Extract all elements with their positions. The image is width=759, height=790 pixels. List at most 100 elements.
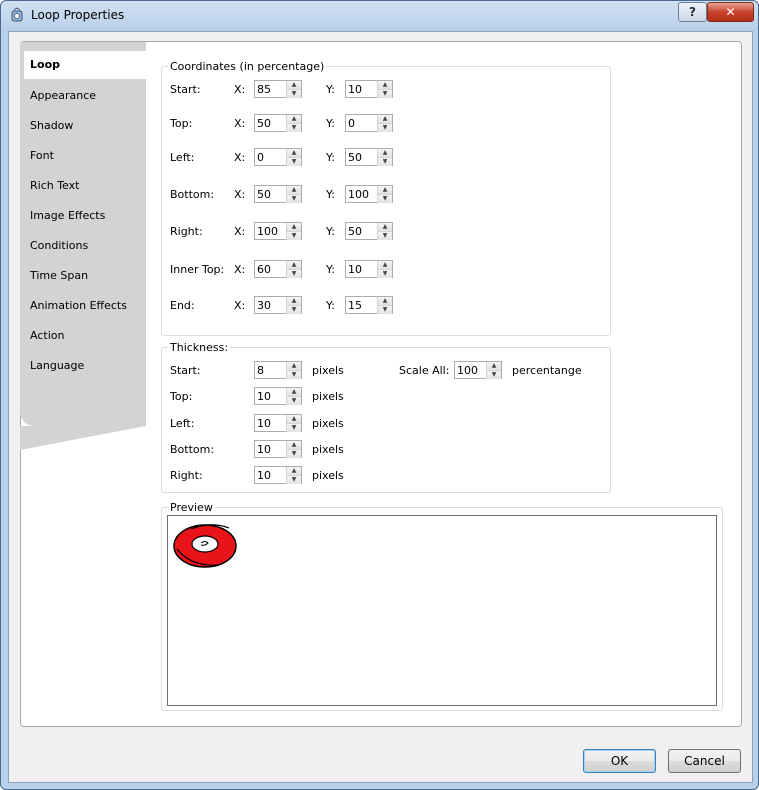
spin-up-icon[interactable]: ▲ xyxy=(286,186,301,194)
tab-conditions[interactable]: Conditions xyxy=(30,239,88,252)
thick-top-input[interactable] xyxy=(257,389,287,403)
spin-down-icon[interactable]: ▼ xyxy=(377,123,392,132)
tab-appearance[interactable]: Appearance xyxy=(30,89,96,102)
spin-up-icon[interactable]: ▲ xyxy=(486,362,501,370)
spin-up-icon[interactable]: ▲ xyxy=(286,81,301,89)
tab-rich-text[interactable]: Rich Text xyxy=(30,179,79,192)
spin-down-icon[interactable]: ▼ xyxy=(377,231,392,240)
spin-up-icon[interactable]: ▲ xyxy=(286,149,301,157)
spin-down-icon[interactable]: ▼ xyxy=(286,269,301,278)
spin-down-icon[interactable]: ▼ xyxy=(286,370,301,379)
spin-down-icon[interactable]: ▼ xyxy=(286,123,301,132)
cancel-button[interactable]: Cancel xyxy=(668,749,741,773)
coord-start-y-spinner[interactable]: ▲▼ xyxy=(345,80,393,98)
spin-down-icon[interactable]: ▼ xyxy=(286,231,301,240)
spin-up-icon[interactable]: ▲ xyxy=(286,297,301,305)
thick-right-input[interactable] xyxy=(257,468,287,482)
coord-end-y-spinner[interactable]: ▲▼ xyxy=(345,296,393,314)
spin-down-icon[interactable]: ▼ xyxy=(286,449,301,458)
spin-up-icon[interactable]: ▲ xyxy=(286,223,301,231)
spin-down-icon[interactable]: ▼ xyxy=(286,157,301,166)
close-button[interactable]: ✕ xyxy=(707,2,754,22)
spin-up-icon[interactable]: ▲ xyxy=(286,362,301,370)
thick-top-spinner[interactable]: ▲▼ xyxy=(254,387,302,405)
coord-bottom-x-spinner[interactable]: ▲▼ xyxy=(254,185,302,203)
scale-all-input[interactable] xyxy=(457,363,487,377)
thick-start-spinner[interactable]: ▲▼ xyxy=(254,361,302,379)
tab-strip: Loop Appearance Shadow Font Rich Text Im… xyxy=(20,42,152,450)
coord-bottom-y-spinner[interactable]: ▲▼ xyxy=(345,185,393,203)
tab-shadow[interactable]: Shadow xyxy=(30,119,73,132)
coord-start-x-input[interactable] xyxy=(257,82,287,96)
coord-start-x-spinner[interactable]: ▲▼ xyxy=(254,80,302,98)
spin-down-icon[interactable]: ▼ xyxy=(286,475,301,484)
coord-inner-top-y-spinner[interactable]: ▲▼ xyxy=(345,260,393,278)
spin-down-icon[interactable]: ▼ xyxy=(286,396,301,405)
thick-left-input[interactable] xyxy=(257,416,287,430)
spin-up-icon[interactable]: ▲ xyxy=(377,297,392,305)
tab-time-span[interactable]: Time Span xyxy=(30,269,88,282)
spin-up-icon[interactable]: ▲ xyxy=(286,415,301,423)
help-button[interactable]: ? xyxy=(678,2,707,22)
coord-inner-top-x-input[interactable] xyxy=(257,262,287,276)
coord-inner-top-y-input[interactable] xyxy=(348,262,378,276)
scale-all-spinner[interactable]: ▲▼ xyxy=(454,361,502,379)
coord-left-y-input[interactable] xyxy=(348,150,378,164)
tab-loop[interactable]: Loop xyxy=(24,51,152,79)
spin-down-icon[interactable]: ▼ xyxy=(486,370,501,379)
coord-end-y-input[interactable] xyxy=(348,298,378,312)
coord-top-x-spinner[interactable]: ▲▼ xyxy=(254,114,302,132)
thick-right-spinner[interactable]: ▲▼ xyxy=(254,466,302,484)
coord-end-x-input[interactable] xyxy=(257,298,287,312)
spin-down-icon[interactable]: ▼ xyxy=(377,89,392,98)
tab-action[interactable]: Action xyxy=(30,329,64,342)
coord-bottom-y-label: Y: xyxy=(326,188,335,201)
thick-bottom-spinner[interactable]: ▲▼ xyxy=(254,440,302,458)
tab-font[interactable]: Font xyxy=(30,149,54,162)
coord-right-y-spinner[interactable]: ▲▼ xyxy=(345,222,393,240)
ok-button[interactable]: OK xyxy=(583,749,656,773)
spin-up-icon[interactable]: ▲ xyxy=(377,81,392,89)
coord-right-y-input[interactable] xyxy=(348,224,378,238)
spin-down-icon[interactable]: ▼ xyxy=(286,194,301,203)
spin-up-icon[interactable]: ▲ xyxy=(286,115,301,123)
tab-animation-effects[interactable]: Animation Effects xyxy=(30,299,127,312)
thick-bottom-unit: pixels xyxy=(312,443,344,456)
spin-down-icon[interactable]: ▼ xyxy=(286,423,301,432)
spin-down-icon[interactable]: ▼ xyxy=(377,157,392,166)
spin-up-icon[interactable]: ▲ xyxy=(286,467,301,475)
coord-top-y-spinner[interactable]: ▲▼ xyxy=(345,114,393,132)
coord-right-x-input[interactable] xyxy=(257,224,287,238)
spin-down-icon[interactable]: ▼ xyxy=(377,194,392,203)
coord-start-y-input[interactable] xyxy=(348,82,378,96)
coord-left-x-input[interactable] xyxy=(257,150,287,164)
tab-language[interactable]: Language xyxy=(30,359,84,372)
thick-start-input[interactable] xyxy=(257,363,287,377)
title-bar[interactable]: Loop Properties ? ✕ xyxy=(1,1,758,31)
coord-top-x-input[interactable] xyxy=(257,116,287,130)
spin-up-icon[interactable]: ▲ xyxy=(286,441,301,449)
coord-bottom-x-input[interactable] xyxy=(257,187,287,201)
spin-up-icon[interactable]: ▲ xyxy=(377,149,392,157)
spin-up-icon[interactable]: ▲ xyxy=(377,186,392,194)
coord-end-x-spinner[interactable]: ▲▼ xyxy=(254,296,302,314)
coord-right-y-label: Y: xyxy=(326,225,335,238)
coord-left-y-spinner[interactable]: ▲▼ xyxy=(345,148,393,166)
spin-up-icon[interactable]: ▲ xyxy=(377,223,392,231)
spin-down-icon[interactable]: ▼ xyxy=(286,305,301,314)
spin-down-icon[interactable]: ▼ xyxy=(377,305,392,314)
tab-image-effects[interactable]: Image Effects xyxy=(30,209,105,222)
spin-up-icon[interactable]: ▲ xyxy=(286,388,301,396)
spin-up-icon[interactable]: ▲ xyxy=(377,115,392,123)
coord-left-x-spinner[interactable]: ▲▼ xyxy=(254,148,302,166)
spin-down-icon[interactable]: ▼ xyxy=(377,269,392,278)
thick-left-spinner[interactable]: ▲▼ xyxy=(254,414,302,432)
coord-top-y-input[interactable] xyxy=(348,116,378,130)
spin-up-icon[interactable]: ▲ xyxy=(377,261,392,269)
thick-bottom-input[interactable] xyxy=(257,442,287,456)
spin-down-icon[interactable]: ▼ xyxy=(286,89,301,98)
spin-up-icon[interactable]: ▲ xyxy=(286,261,301,269)
coord-right-x-spinner[interactable]: ▲▼ xyxy=(254,222,302,240)
coord-bottom-y-input[interactable] xyxy=(348,187,378,201)
coord-inner-top-x-spinner[interactable]: ▲▼ xyxy=(254,260,302,278)
